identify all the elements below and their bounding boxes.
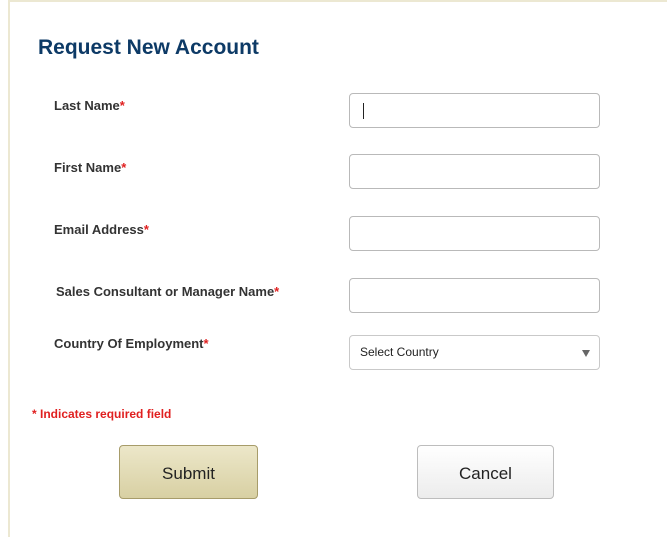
- required-mark: *: [274, 284, 280, 299]
- form-panel: Request New Account Last Name* First Nam…: [8, 0, 667, 537]
- required-mark: *: [203, 336, 209, 351]
- text-cursor: [363, 103, 364, 119]
- required-mark: *: [119, 98, 125, 113]
- sales-consultant-input[interactable]: [349, 278, 600, 313]
- email-address-label: Email Address*: [54, 222, 149, 237]
- country-select[interactable]: Select Country: [349, 335, 600, 370]
- first-name-input[interactable]: [349, 154, 600, 189]
- sales-consultant-label: Sales Consultant or Manager Name*: [56, 284, 279, 299]
- country-of-employment-label-text: Country Of Employment: [54, 336, 204, 351]
- country-select-value: Select Country: [360, 345, 439, 359]
- chevron-down-icon: [582, 350, 590, 357]
- last-name-label: Last Name*: [54, 98, 125, 113]
- email-address-input[interactable]: [349, 216, 600, 251]
- last-name-input[interactable]: [349, 93, 600, 128]
- country-of-employment-label: Country Of Employment*: [54, 336, 209, 351]
- first-name-label: First Name*: [54, 160, 126, 175]
- submit-button[interactable]: Submit: [119, 445, 258, 499]
- email-address-label-text: Email Address: [54, 222, 144, 237]
- required-mark: *: [121, 160, 127, 175]
- page-title: Request New Account: [38, 36, 259, 59]
- required-field-note: * Indicates required field: [32, 407, 172, 421]
- sales-consultant-label-text: Sales Consultant or Manager Name: [56, 284, 275, 299]
- required-mark: *: [143, 222, 149, 237]
- cancel-button[interactable]: Cancel: [417, 445, 554, 499]
- last-name-label-text: Last Name: [54, 98, 120, 113]
- first-name-label-text: First Name: [54, 160, 122, 175]
